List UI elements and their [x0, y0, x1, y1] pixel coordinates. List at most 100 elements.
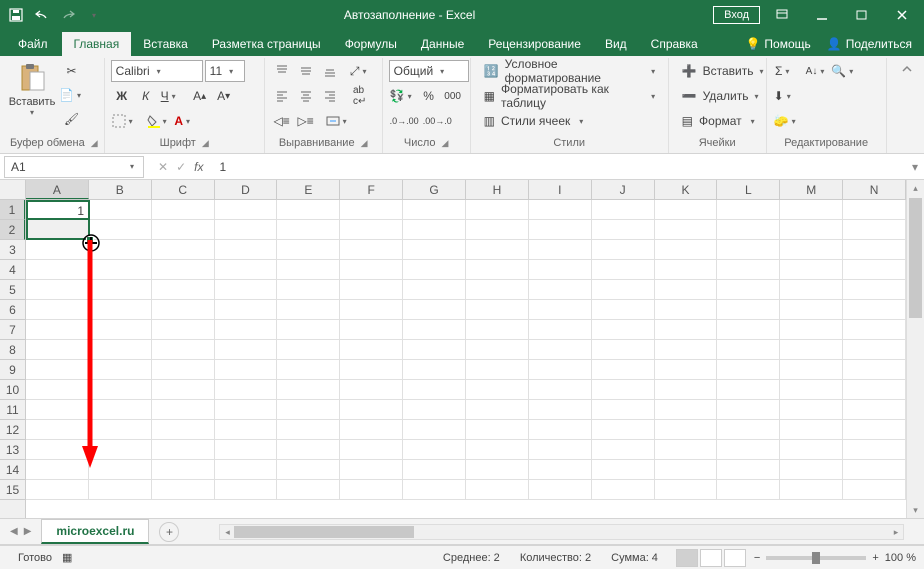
- row-header[interactable]: 3: [0, 240, 25, 260]
- cell[interactable]: [843, 340, 906, 360]
- macro-record-icon[interactable]: ▦: [62, 551, 72, 564]
- cell[interactable]: [277, 260, 340, 280]
- cell[interactable]: [152, 380, 215, 400]
- cell[interactable]: [340, 320, 403, 340]
- sheet-tab[interactable]: microexcel.ru: [41, 519, 149, 544]
- cell[interactable]: [277, 300, 340, 320]
- cell[interactable]: [466, 440, 529, 460]
- cell[interactable]: [89, 340, 152, 360]
- scroll-up-icon[interactable]: ▴: [907, 180, 924, 196]
- row-header[interactable]: 5: [0, 280, 25, 300]
- font-family-dropdown[interactable]: Calibri▾: [111, 60, 203, 82]
- tab-file[interactable]: Файл: [4, 32, 62, 56]
- cell[interactable]: [529, 480, 592, 500]
- cell[interactable]: [152, 220, 215, 240]
- cell[interactable]: [843, 260, 906, 280]
- cell[interactable]: [655, 300, 718, 320]
- zoom-knob[interactable]: [812, 552, 820, 564]
- cell[interactable]: [655, 400, 718, 420]
- cell[interactable]: [26, 300, 89, 320]
- cell[interactable]: [89, 320, 152, 340]
- cell[interactable]: [717, 300, 780, 320]
- cell[interactable]: [843, 220, 906, 240]
- cell[interactable]: [780, 260, 843, 280]
- cell[interactable]: [403, 400, 466, 420]
- cell[interactable]: [843, 420, 906, 440]
- cell[interactable]: [529, 220, 592, 240]
- page-layout-view-icon[interactable]: [700, 549, 722, 567]
- column-header[interactable]: H: [466, 180, 529, 199]
- row-header[interactable]: 10: [0, 380, 25, 400]
- cell[interactable]: [277, 280, 340, 300]
- row-header[interactable]: 2: [0, 220, 25, 240]
- login-button[interactable]: Вход: [713, 6, 760, 24]
- cell[interactable]: [215, 320, 278, 340]
- cell[interactable]: [26, 220, 89, 240]
- increase-decimal-icon[interactable]: .0→.00: [389, 110, 420, 132]
- cell[interactable]: [843, 460, 906, 480]
- cell[interactable]: [26, 440, 89, 460]
- row-header[interactable]: 12: [0, 420, 25, 440]
- copy-icon[interactable]: 📄▾: [58, 84, 85, 106]
- sheet-nav[interactable]: ◀▶: [0, 526, 41, 537]
- page-break-view-icon[interactable]: [724, 549, 746, 567]
- cell[interactable]: [529, 400, 592, 420]
- cell[interactable]: [592, 440, 655, 460]
- cell[interactable]: [717, 460, 780, 480]
- zoom-out-icon[interactable]: −: [754, 552, 760, 564]
- column-header[interactable]: K: [655, 180, 718, 199]
- collapse-ribbon-icon[interactable]: [896, 58, 918, 80]
- cell[interactable]: [215, 220, 278, 240]
- cell[interactable]: [466, 280, 529, 300]
- cell[interactable]: [717, 440, 780, 460]
- fill-color-icon[interactable]: ▾: [145, 110, 171, 132]
- align-middle-icon[interactable]: [295, 60, 317, 82]
- cell[interactable]: [529, 280, 592, 300]
- scrollbar-thumb[interactable]: [909, 198, 922, 318]
- cell[interactable]: [89, 380, 152, 400]
- cell[interactable]: [26, 420, 89, 440]
- cell[interactable]: [152, 280, 215, 300]
- cell[interactable]: [26, 360, 89, 380]
- format-painter-icon[interactable]: 🖌: [58, 108, 85, 130]
- cell[interactable]: [592, 340, 655, 360]
- font-size-dropdown[interactable]: 11▾: [205, 60, 245, 82]
- cell[interactable]: [466, 460, 529, 480]
- cells-area[interactable]: [26, 200, 906, 518]
- cell[interactable]: [780, 280, 843, 300]
- cell[interactable]: [89, 360, 152, 380]
- formula-input[interactable]: 1: [213, 160, 906, 174]
- cell-styles-button[interactable]: ▥Стили ячеек▾: [477, 110, 665, 132]
- cell[interactable]: [89, 260, 152, 280]
- paste-button[interactable]: Вставить ▾: [10, 60, 54, 126]
- cell[interactable]: [592, 200, 655, 220]
- cell[interactable]: [215, 200, 278, 220]
- cell[interactable]: [403, 280, 466, 300]
- cell[interactable]: [26, 340, 89, 360]
- save-icon[interactable]: [4, 3, 28, 27]
- qat-customize-icon[interactable]: ▾: [82, 3, 106, 27]
- column-header[interactable]: I: [529, 180, 592, 199]
- conditional-formatting-button[interactable]: 🔢Условное форматирование▾: [477, 60, 665, 82]
- cell[interactable]: [717, 480, 780, 500]
- row-header[interactable]: 15: [0, 480, 25, 500]
- cell[interactable]: [592, 240, 655, 260]
- cell[interactable]: [89, 280, 152, 300]
- cell[interactable]: [277, 380, 340, 400]
- cell[interactable]: [403, 480, 466, 500]
- cell[interactable]: [466, 420, 529, 440]
- cell[interactable]: [215, 300, 278, 320]
- cell[interactable]: [152, 480, 215, 500]
- cell[interactable]: [717, 240, 780, 260]
- cell[interactable]: [277, 240, 340, 260]
- cell[interactable]: [780, 340, 843, 360]
- cell[interactable]: [26, 400, 89, 420]
- cell[interactable]: [466, 260, 529, 280]
- row-header[interactable]: 13: [0, 440, 25, 460]
- cell[interactable]: [843, 440, 906, 460]
- borders-icon[interactable]: ▾: [111, 110, 137, 132]
- cell[interactable]: [215, 260, 278, 280]
- cell[interactable]: [152, 440, 215, 460]
- maximize-icon[interactable]: [844, 3, 880, 27]
- insert-cells-button[interactable]: ➕Вставить▾: [675, 60, 765, 82]
